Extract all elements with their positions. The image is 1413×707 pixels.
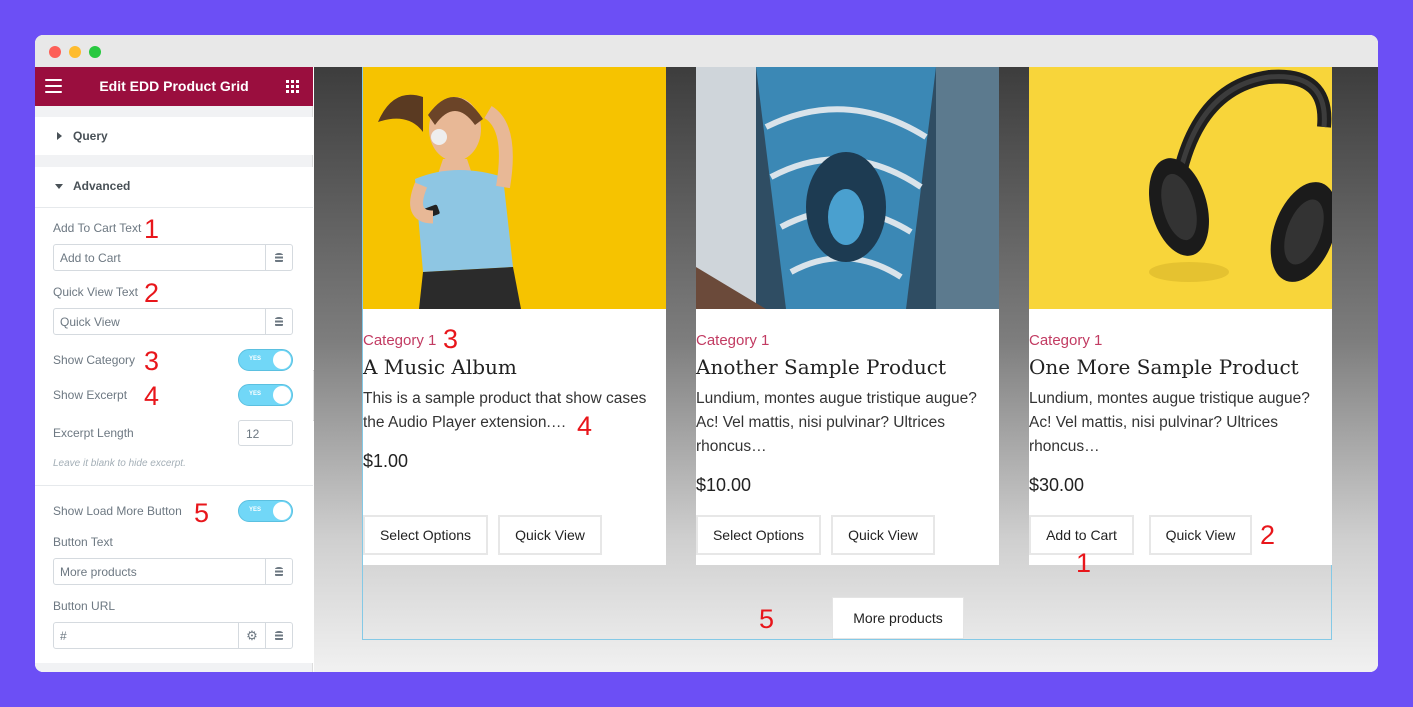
- dynamic-tags-button[interactable]: [265, 559, 292, 584]
- add-to-cart-text-value: Add to Cart: [60, 251, 121, 265]
- product-card: Category 1 One More Sample Product Lundi…: [1029, 67, 1332, 565]
- divider: [35, 207, 313, 208]
- product-title[interactable]: A Music Album: [363, 355, 517, 379]
- caret-down-icon: [55, 184, 63, 189]
- database-icon: [275, 566, 283, 577]
- dynamic-tags-button[interactable]: [265, 245, 292, 270]
- product-title[interactable]: One More Sample Product: [1029, 355, 1299, 379]
- database-icon: [275, 252, 283, 263]
- product-price: $10.00: [696, 475, 752, 495]
- annotation-marker: 4: [144, 381, 160, 411]
- product-image[interactable]: [1029, 67, 1332, 309]
- show-load-more-label: Show Load More Button: [53, 504, 182, 518]
- product-excerpt: Lundium, montes augue tristique augue? A…: [696, 390, 977, 455]
- product-excerpt: This is a sample product that show cases…: [363, 390, 647, 431]
- product-price: $1.00: [363, 451, 409, 471]
- headphones-image: [1029, 67, 1332, 309]
- database-icon: [275, 630, 283, 641]
- panel-header: Edit EDD Product Grid: [35, 67, 313, 106]
- annotation-marker: 1: [144, 214, 160, 244]
- excerpt-length-value: 12: [246, 427, 260, 441]
- panel-title: Edit EDD Product Grid: [99, 78, 249, 94]
- quick-view-button[interactable]: Quick View: [1149, 515, 1252, 555]
- product-grid-widget[interactable]: Category 1 A Music Album This is a sampl…: [362, 67, 1332, 640]
- browser-window: Edit EDD Product Grid Query Advanced Add…: [35, 35, 1378, 672]
- add-to-cart-text-label: Add To Cart Text: [53, 221, 142, 235]
- section-query[interactable]: Query: [35, 117, 313, 155]
- link-options-button[interactable]: ⚙: [238, 623, 265, 648]
- gear-icon: ⚙: [246, 627, 258, 643]
- show-category-label: Show Category: [53, 353, 136, 367]
- show-category-toggle[interactable]: YES: [238, 349, 293, 371]
- quick-view-text-label: Quick View Text: [53, 285, 138, 299]
- button-text-label: Button Text: [53, 535, 113, 549]
- load-more-button[interactable]: More products: [832, 597, 964, 639]
- product-category[interactable]: Category 1: [696, 332, 769, 349]
- show-excerpt-toggle[interactable]: YES: [238, 384, 293, 406]
- section-advanced-header[interactable]: Advanced: [35, 167, 313, 207]
- close-window-button[interactable]: [49, 46, 61, 58]
- toggle-state-text: YES: [249, 356, 262, 362]
- excerpt-length-label: Excerpt Length: [53, 426, 134, 440]
- woman-headphones-image: [363, 67, 666, 309]
- product-title[interactable]: Another Sample Product: [696, 355, 946, 379]
- product-price: $30.00: [1029, 475, 1085, 495]
- editor-panel: Edit EDD Product Grid Query Advanced Add…: [35, 67, 313, 672]
- section-advanced-title: Advanced: [73, 179, 131, 193]
- staircase-image: [696, 67, 999, 309]
- select-options-button[interactable]: Select Options: [696, 515, 821, 555]
- excerpt-length-input[interactable]: 12: [238, 420, 293, 446]
- section-advanced: Advanced Add To Cart Text Add to Cart Qu…: [35, 167, 313, 663]
- button-url-input[interactable]: # ⚙: [53, 622, 293, 649]
- preview-canvas: Category 1 A Music Album This is a sampl…: [314, 67, 1378, 672]
- quick-view-text-value: Quick View: [60, 315, 120, 329]
- product-excerpt: Lundium, montes augue tristique augue? A…: [1029, 390, 1310, 455]
- show-load-more-toggle[interactable]: YES: [238, 500, 293, 522]
- dynamic-tags-button[interactable]: [265, 623, 292, 648]
- quick-view-button[interactable]: Quick View: [498, 515, 602, 555]
- product-card: Category 1 A Music Album This is a sampl…: [363, 67, 666, 565]
- section-query-title: Query: [73, 129, 108, 143]
- toggle-state-text: YES: [249, 507, 262, 513]
- annotation-marker: 5: [759, 604, 775, 634]
- button-url-label: Button URL: [53, 599, 116, 613]
- annotation-marker: 2: [1260, 520, 1276, 550]
- product-image[interactable]: [363, 67, 666, 309]
- button-text-input[interactable]: More products: [53, 558, 293, 585]
- annotation-marker: 3: [144, 346, 160, 376]
- product-category[interactable]: Category 1: [363, 332, 436, 349]
- product-image[interactable]: [696, 67, 999, 309]
- divider: [35, 485, 313, 486]
- minimize-window-button[interactable]: [69, 46, 81, 58]
- toggle-state-text: YES: [249, 391, 262, 397]
- toggle-knob: [273, 502, 291, 520]
- product-category[interactable]: Category 1: [1029, 332, 1102, 349]
- product-card: Category 1 Another Sample Product Lundiu…: [696, 67, 999, 565]
- quick-view-text-input[interactable]: Quick View: [53, 308, 293, 335]
- maximize-window-button[interactable]: [89, 46, 101, 58]
- quick-view-button[interactable]: Quick View: [831, 515, 935, 555]
- widgets-grid-icon[interactable]: [286, 80, 299, 93]
- add-to-cart-text-input[interactable]: Add to Cart: [53, 244, 293, 271]
- excerpt-hint: Leave it blank to hide excerpt.: [53, 458, 186, 469]
- annotation-marker: 5: [194, 498, 210, 528]
- toggle-knob: [273, 386, 291, 404]
- toggle-knob: [273, 351, 291, 369]
- annotation-marker: 2: [144, 278, 160, 308]
- dynamic-tags-button[interactable]: [265, 309, 292, 334]
- button-text-value: More products: [60, 565, 137, 579]
- annotation-marker: 1: [1076, 548, 1092, 578]
- button-url-value: #: [60, 629, 67, 643]
- caret-right-icon: [57, 132, 62, 140]
- show-excerpt-label: Show Excerpt: [53, 388, 128, 402]
- database-icon: [275, 316, 283, 327]
- annotation-marker: 4: [577, 411, 593, 441]
- annotation-marker: 3: [443, 324, 459, 354]
- window-titlebar: [35, 35, 1378, 67]
- select-options-button[interactable]: Select Options: [363, 515, 488, 555]
